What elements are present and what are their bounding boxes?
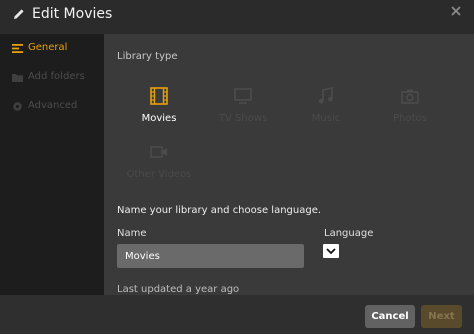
cancel-button[interactable]: Cancel (365, 305, 415, 328)
video-camera-icon (150, 146, 167, 158)
type-tv-shows[interactable]: TV Shows (200, 87, 286, 137)
sidebar-item-label: Add folders (28, 71, 85, 82)
library-name-input[interactable] (117, 244, 304, 268)
type-other-videos[interactable]: Other Videos (116, 143, 202, 193)
film-icon (150, 87, 168, 105)
library-type-label: Library type (117, 51, 178, 62)
pencil-icon (14, 9, 24, 19)
sidebar-item-label: General (28, 42, 68, 53)
sidebar-item-add-folders[interactable]: Add folders (0, 67, 104, 89)
sidebar: General Add folders Advanced (0, 34, 104, 295)
type-photos[interactable]: Photos (367, 87, 453, 137)
type-label: Photos (393, 113, 427, 124)
type-label: TV Shows (218, 113, 268, 124)
close-icon[interactable] (449, 4, 463, 18)
type-movies[interactable]: Movies (116, 87, 202, 137)
dialog-footer: Cancel Next (0, 295, 474, 334)
sidebar-item-general[interactable]: General (0, 38, 104, 60)
name-label: Name (117, 228, 147, 239)
next-button[interactable]: Next (421, 305, 462, 328)
name-language-prompt: Name your library and choose language. (117, 205, 322, 216)
dialog-header: Edit Movies (0, 0, 474, 34)
type-label: Other Videos (126, 169, 192, 180)
tv-icon (234, 88, 252, 104)
gear-icon (13, 102, 22, 111)
sidebar-item-label: Advanced (28, 100, 78, 111)
camera-icon (401, 89, 419, 104)
chevron-down-icon (326, 248, 336, 255)
dialog-title: Edit Movies (32, 6, 113, 22)
sidebar-item-advanced[interactable]: Advanced (0, 96, 104, 118)
type-music[interactable]: Music (283, 87, 369, 137)
main-panel: Library type Movies TV Shows Music Photo… (104, 34, 474, 295)
language-label: Language (324, 228, 374, 239)
music-icon (319, 87, 333, 104)
type-label: Music (311, 113, 341, 124)
language-select[interactable] (323, 244, 339, 258)
folder-icon (12, 74, 23, 82)
last-updated-text: Last updated a year ago (117, 284, 240, 295)
type-label: Movies (141, 113, 177, 124)
general-icon (12, 44, 23, 53)
